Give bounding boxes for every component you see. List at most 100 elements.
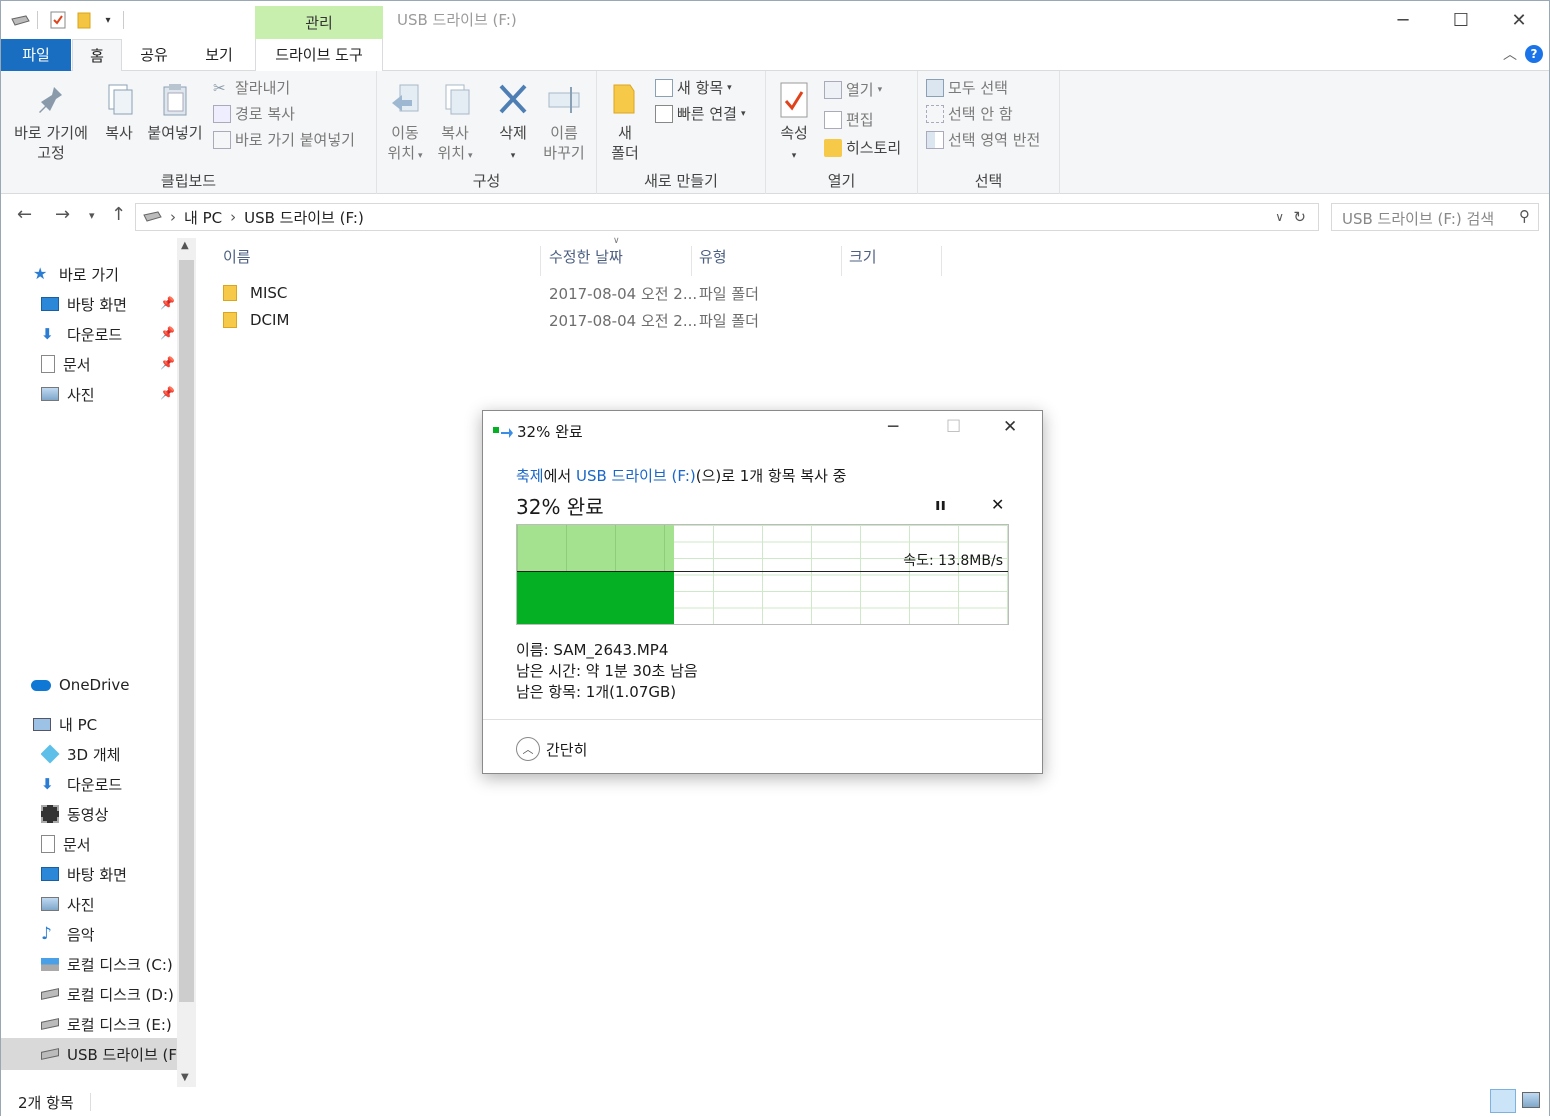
maximize-button[interactable]: ☐ — [1432, 1, 1490, 39]
chevron-up-icon: ︿ — [516, 737, 540, 761]
file-row[interactable]: MISC 2017-08-04 오전 2... 파일 폴더 — [223, 280, 943, 306]
nav-this-pc[interactable]: 내 PC — [33, 710, 177, 738]
source-link[interactable]: 축제 — [516, 467, 544, 485]
cancel-copy-button[interactable]: ✕ — [991, 495, 1004, 514]
speed-line — [517, 571, 1008, 572]
up-arrow-icon[interactable]: ↑ — [111, 204, 126, 225]
select-all-button[interactable]: 모두 선택 — [926, 77, 1008, 98]
file-name: DCIM — [250, 311, 290, 329]
nav-scrollbar-thumb[interactable] — [179, 260, 194, 1002]
pause-button[interactable]: ıı — [935, 495, 946, 514]
copy-to-button[interactable]: 복사 위치 ▾ — [433, 81, 477, 166]
delete-button[interactable]: 삭제 ▾ — [489, 81, 537, 166]
copy-description: 축제에서 USB 드라이브 (F:)(으)로 1개 항목 복사 중 — [516, 465, 846, 486]
nav-local-disk-c[interactable]: 로컬 디스크 (C:) — [41, 950, 177, 978]
dialog-close-button[interactable]: ✕ — [1003, 417, 1017, 437]
new-folder-qa-icon[interactable] — [73, 9, 95, 31]
column-header-name[interactable]: 이름 — [223, 246, 541, 276]
nav-scrollbar[interactable]: ▲ ▼ — [177, 238, 196, 1087]
recent-locations-icon[interactable]: ▾ — [89, 209, 95, 222]
nav-desktop[interactable]: 바탕 화면 — [41, 860, 177, 888]
nav-music[interactable]: ♪ 음악 — [41, 920, 177, 948]
rename-button[interactable]: 이름 바꾸기 — [539, 81, 589, 163]
tab-home[interactable]: 홈 — [72, 39, 122, 72]
address-dropdown-icon[interactable]: ∨ — [1275, 210, 1284, 224]
nav-label: 바탕 화면 — [67, 865, 127, 884]
file-row[interactable]: DCIM 2017-08-04 오전 2... 파일 폴더 — [223, 307, 943, 333]
nav-usb-drive[interactable]: USB 드라이브 (F:) — [1, 1038, 177, 1070]
new-folder-button[interactable]: 새 폴더 — [603, 81, 647, 163]
copy-path-button[interactable]: 경로 복사 — [213, 103, 295, 124]
manage-tab[interactable]: 관리 — [255, 6, 383, 39]
nav-local-disk-e[interactable]: 로컬 디스크 (E:) — [41, 1010, 177, 1038]
refresh-icon[interactable]: ↻ — [1293, 208, 1306, 226]
details-view-icon[interactable] — [1490, 1089, 1516, 1113]
copy-button[interactable]: 복사 — [97, 81, 141, 143]
tab-file[interactable]: 파일 — [1, 39, 71, 71]
scroll-down-icon[interactable]: ▼ — [181, 1072, 189, 1083]
tab-drive-tools[interactable]: 드라이브 도구 — [255, 39, 383, 71]
new-item-button[interactable]: 새 항목 ▾ — [655, 77, 732, 98]
pin-icon: 📌 — [160, 386, 175, 400]
copy-to-label-2: 위치 — [437, 144, 466, 162]
scroll-up-icon[interactable]: ▲ — [181, 240, 189, 251]
fewer-details-button[interactable]: ︿ 간단히 — [516, 737, 587, 761]
easy-access-button[interactable]: 빠른 연결 ▾ — [655, 103, 746, 124]
nav-documents[interactable]: 문서 — [41, 830, 177, 858]
large-icons-view-icon[interactable] — [1522, 1092, 1540, 1108]
column-header-type[interactable]: 유형 — [699, 246, 842, 276]
column-header-size[interactable]: 크기 — [849, 246, 942, 276]
nav-quick-documents[interactable]: 문서 📌 — [41, 350, 177, 378]
select-none-button[interactable]: 선택 안 함 — [926, 103, 1013, 124]
help-icon[interactable]: ? — [1525, 45, 1543, 63]
invert-selection-icon — [926, 130, 944, 149]
nav-pictures[interactable]: 사진 — [41, 890, 177, 918]
search-input[interactable]: USB 드라이브 (F:) 검색 ⚲ — [1331, 203, 1539, 231]
move-to-icon — [392, 84, 419, 112]
nav-onedrive[interactable]: OneDrive — [31, 671, 177, 699]
nav-downloads[interactable]: ⬇ 다운로드 — [41, 770, 177, 798]
nav-local-disk-d[interactable]: 로컬 디스크 (D:) — [41, 980, 177, 1008]
action-text: (으)로 1개 항목 복사 중 — [695, 467, 847, 485]
scissors-icon: ✂ — [213, 78, 226, 97]
pin-label-1: 바로 가기에 — [14, 124, 88, 142]
invert-selection-button[interactable]: 선택 영역 반전 — [926, 129, 1040, 150]
edit-button[interactable]: 편집 — [824, 109, 874, 130]
paste-shortcut-button[interactable]: 바로 가기 붙여넣기 — [213, 129, 355, 150]
customize-qa-icon[interactable]: ▾ — [97, 9, 119, 31]
move-to-button[interactable]: 이동 위치 ▾ — [383, 81, 427, 166]
nav-quick-downloads[interactable]: ⬇ 다운로드 📌 — [41, 320, 177, 348]
close-button[interactable]: ✕ — [1490, 1, 1548, 39]
forward-arrow-icon[interactable]: → — [55, 204, 70, 225]
tab-share[interactable]: 공유 — [127, 39, 181, 71]
cut-button[interactable]: ✂ 잘라내기 — [213, 77, 290, 98]
breadcrumb-this-pc[interactable]: 내 PC — [184, 207, 222, 228]
properties-button[interactable]: 속성 ▾ — [772, 81, 816, 166]
from-text: 에서 — [543, 467, 576, 485]
paste-button[interactable]: 붙여넣기 — [143, 81, 207, 143]
tab-view[interactable]: 보기 — [191, 39, 247, 71]
breadcrumb-usb-drive[interactable]: USB 드라이브 (F:) — [244, 207, 364, 228]
new-item-label: 새 항목 — [677, 79, 724, 97]
pin-quick-access-button[interactable]: 바로 가기에 고정 — [7, 81, 95, 163]
properties-qa-icon[interactable] — [47, 9, 69, 31]
collapse-ribbon-icon[interactable]: ︿ — [1503, 44, 1517, 64]
easy-access-label: 빠른 연결 — [677, 105, 737, 123]
nav-quick-access[interactable]: ★ 바로 가기 — [33, 260, 177, 288]
history-button[interactable]: 히스토리 — [824, 137, 901, 158]
nav-videos[interactable]: 동영상 — [41, 800, 177, 828]
nav-quick-desktop[interactable]: 바탕 화면 📌 — [41, 290, 177, 318]
nav-3d-objects[interactable]: 3D 개체 — [41, 740, 177, 768]
open-button[interactable]: 열기 ▾ — [824, 79, 882, 100]
address-bar[interactable]: › 내 PC › USB 드라이브 (F:) ∨ ↻ — [135, 203, 1319, 231]
back-arrow-icon[interactable]: ← — [17, 204, 32, 225]
destination-link[interactable]: USB 드라이브 (F:) — [576, 467, 696, 485]
nav-quick-pictures[interactable]: 사진 📌 — [41, 380, 177, 408]
properties-icon — [780, 82, 808, 118]
column-header-date[interactable]: 수정한 날짜 ∨ — [549, 236, 692, 276]
dialog-minimize-button[interactable]: ─ — [888, 417, 898, 437]
minimize-button[interactable]: ─ — [1374, 1, 1432, 39]
desktop-icon — [41, 867, 59, 881]
copy-to-icon — [445, 84, 470, 115]
drive-icon — [41, 988, 59, 1000]
